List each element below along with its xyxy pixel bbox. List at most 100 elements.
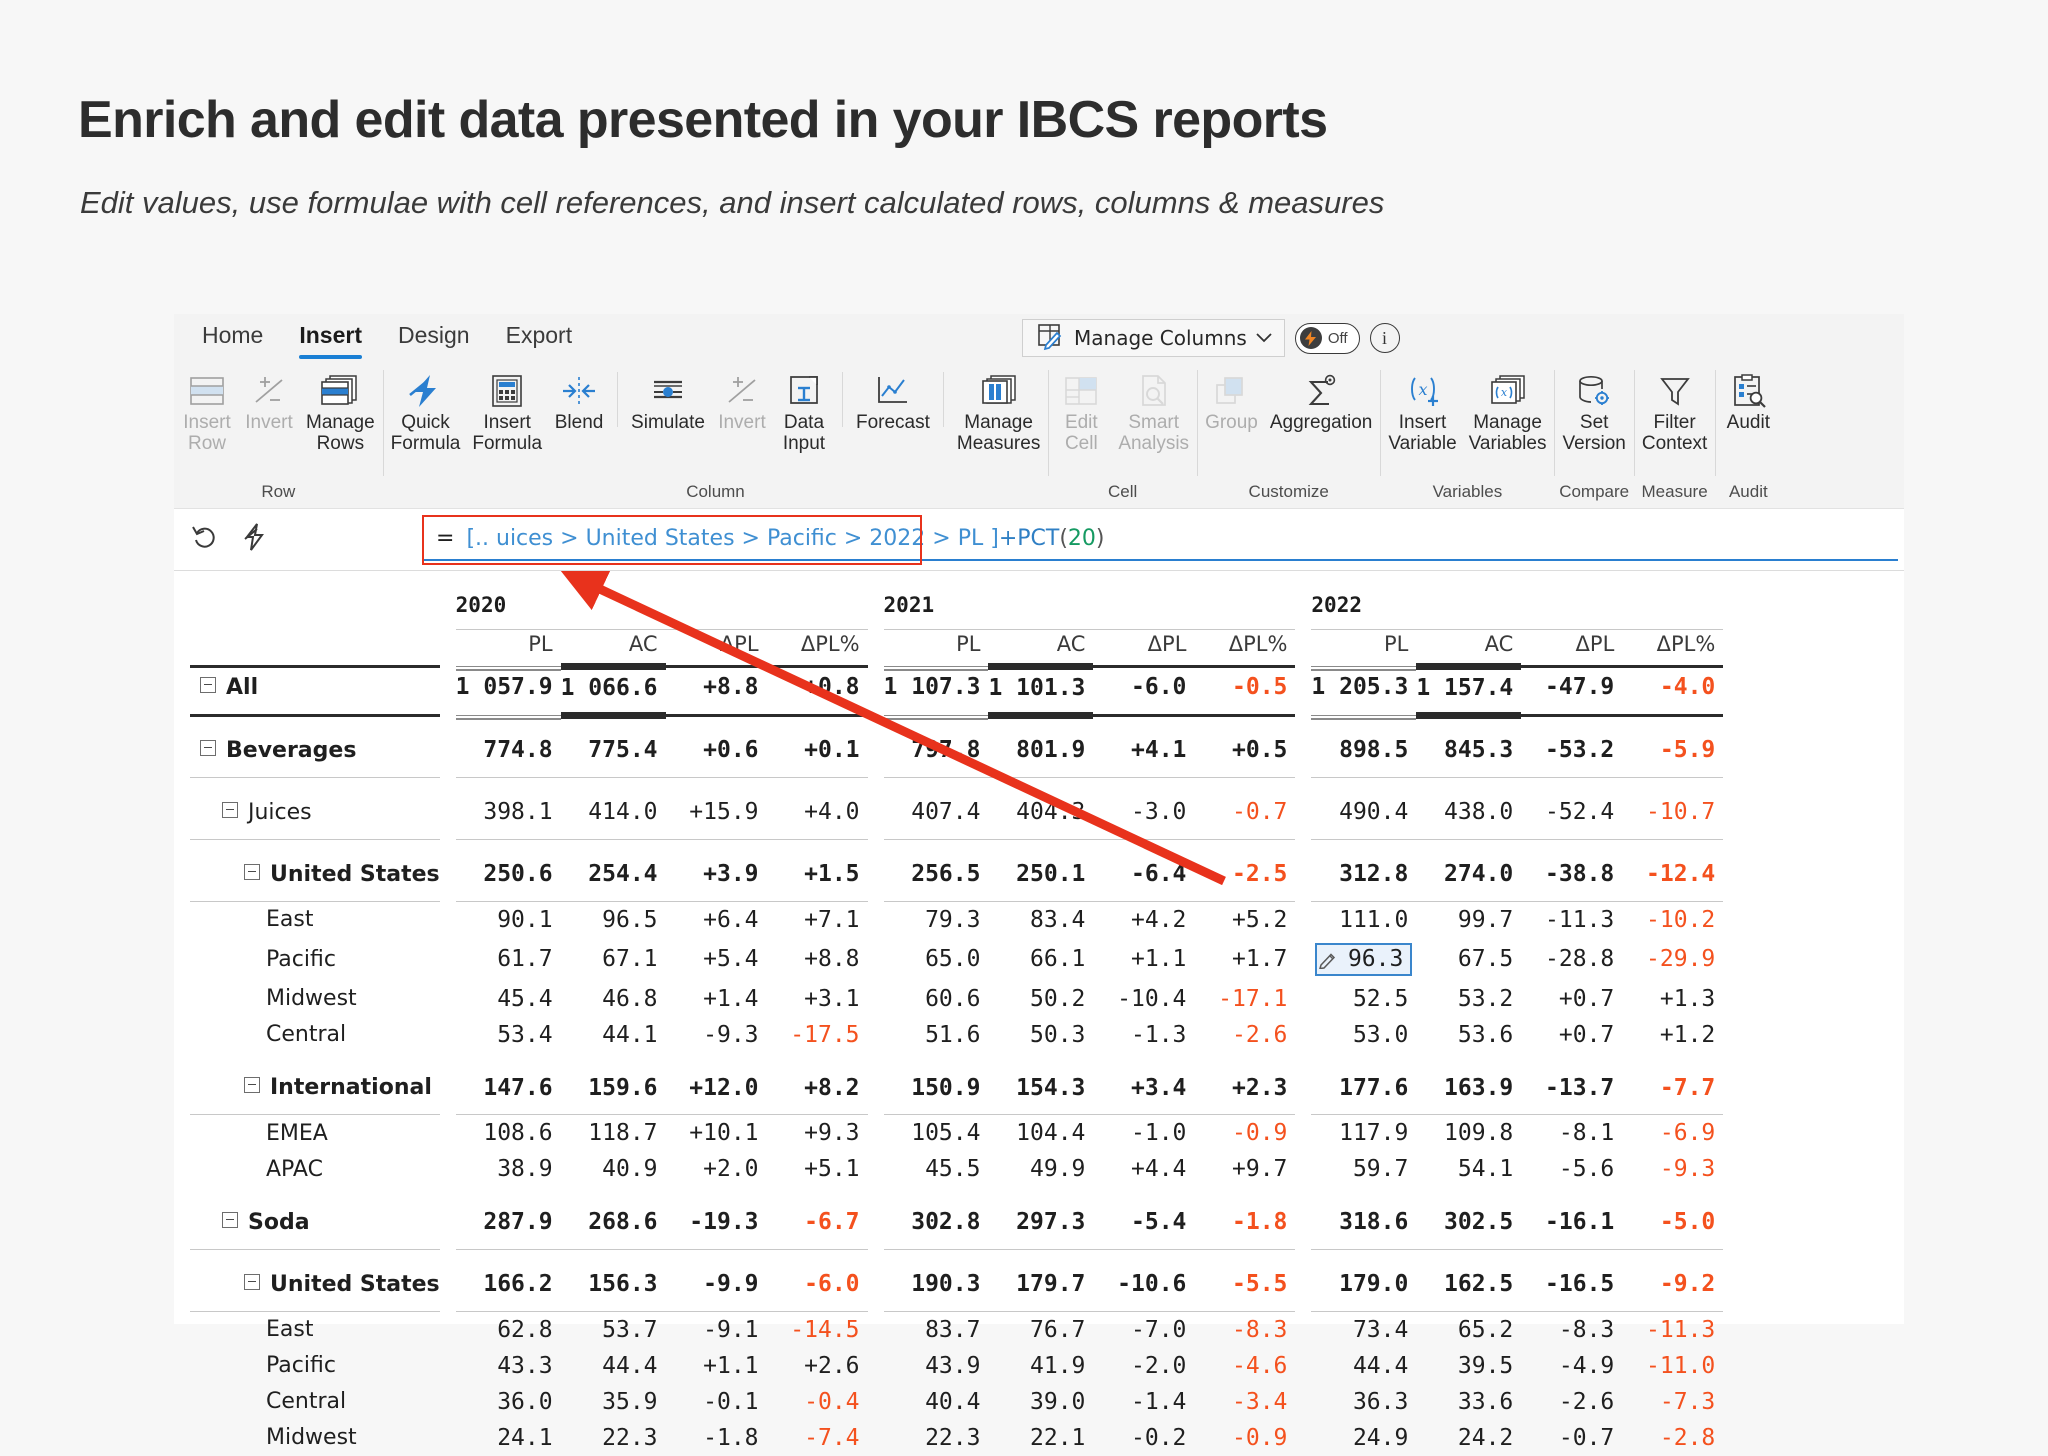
data-cell[interactable]: 898.5: [1311, 732, 1416, 768]
data-cell[interactable]: 24.1: [456, 1420, 561, 1456]
data-cell[interactable]: +5.4: [666, 938, 767, 981]
data-cell[interactable]: 801.9: [988, 732, 1093, 768]
data-cell[interactable]: +0.1: [767, 732, 868, 768]
data-cell[interactable]: +8.8: [666, 667, 767, 707]
data-cell[interactable]: +4.1: [1093, 732, 1194, 768]
data-cell[interactable]: -14.5: [767, 1311, 868, 1348]
data-cell[interactable]: 46.8: [561, 981, 666, 1017]
data-cell[interactable]: -0.7: [1521, 1420, 1622, 1456]
data-cell[interactable]: 398.1: [456, 794, 561, 830]
data-cell[interactable]: -9.3: [666, 1017, 767, 1053]
table-row[interactable]: East 90.1 96.5 +6.4 +7.1 79.3 83.4 +4.2 +5.2 111.…: [190, 901, 1723, 938]
data-cell[interactable]: 45.4: [456, 981, 561, 1017]
data-cell[interactable]: 414.0: [561, 794, 666, 830]
lightning-formula-icon[interactable]: [242, 523, 268, 556]
data-cell[interactable]: -9.1: [666, 1311, 767, 1348]
data-cell[interactable]: 147.6: [456, 1070, 561, 1106]
table-row[interactable]: Pacific 61.7 67.1 +5.4 +8.8 65.0 66.1 +1.1 +1.7 9…: [190, 938, 1723, 981]
table-row[interactable]: United States 250.6 254.4 +3.9 +1.5 256.5 250.…: [190, 856, 1723, 892]
data-cell[interactable]: 35.9: [561, 1384, 666, 1420]
data-cell[interactable]: 39.5: [1416, 1348, 1521, 1384]
data-cell[interactable]: 39.0: [988, 1384, 1093, 1420]
data-cell[interactable]: 154.3: [988, 1070, 1093, 1106]
data-cell[interactable]: 40.4: [884, 1384, 989, 1420]
data-cell[interactable]: +1.4: [666, 981, 767, 1017]
ribbon-button-insert-formula[interactable]: Insert Formula: [466, 368, 548, 457]
data-cell[interactable]: -52.4: [1521, 794, 1622, 830]
data-cell[interactable]: -7.0: [1093, 1311, 1194, 1348]
data-cell[interactable]: 65.2: [1416, 1311, 1521, 1348]
data-cell[interactable]: 22.3: [561, 1420, 666, 1456]
data-cell[interactable]: 1 066.6: [561, 667, 666, 707]
info-icon[interactable]: i: [1369, 323, 1400, 353]
data-cell[interactable]: -6.4: [1093, 856, 1194, 892]
data-cell[interactable]: +12.0: [666, 1070, 767, 1106]
data-cell[interactable]: 1 057.9: [456, 667, 561, 707]
data-cell[interactable]: -0.7: [1194, 794, 1295, 830]
ribbon-button-manage-measures[interactable]: Manage Measures: [951, 368, 1046, 457]
ribbon-tab-insert[interactable]: Insert: [281, 318, 380, 359]
data-cell[interactable]: 179.7: [988, 1266, 1093, 1302]
data-cell[interactable]: 76.7: [988, 1311, 1093, 1348]
data-cell[interactable]: -1.4: [1093, 1384, 1194, 1420]
ribbon-tab-home[interactable]: Home: [184, 318, 281, 359]
data-cell[interactable]: 61.7: [456, 938, 561, 981]
data-cell[interactable]: -0.1: [666, 1384, 767, 1420]
data-cell[interactable]: -6.0: [767, 1266, 868, 1302]
data-cell[interactable]: 45.5: [884, 1151, 989, 1187]
measure-header-pl%[interactable]: ΔPL%: [1194, 629, 1295, 658]
data-cell[interactable]: 404.3: [988, 794, 1093, 830]
data-cell[interactable]: +8.8: [767, 938, 868, 981]
collapse-toggle-icon[interactable]: [244, 1077, 260, 1093]
data-cell[interactable]: 774.8: [456, 732, 561, 768]
ribbon-tab-design[interactable]: Design: [380, 318, 488, 359]
measure-header-pl[interactable]: PL: [456, 629, 561, 658]
ribbon-button-manage-variables[interactable]: x Manage Variables: [1463, 368, 1553, 457]
table-row[interactable]: United States 166.2 156.3 -9.9 -6.0 190.3 179.…: [190, 1266, 1723, 1302]
data-cell[interactable]: 287.9: [456, 1204, 561, 1240]
data-cell[interactable]: -10.6: [1093, 1266, 1194, 1302]
data-cell[interactable]: 44.4: [1311, 1348, 1416, 1384]
data-cell[interactable]: +0.6: [666, 732, 767, 768]
data-cell[interactable]: -4.0: [1622, 667, 1723, 707]
data-cell[interactable]: -16.5: [1521, 1266, 1622, 1302]
collapse-toggle-icon[interactable]: [244, 1273, 260, 1290]
data-cell[interactable]: 90.1: [456, 901, 561, 938]
data-cell[interactable]: -2.5: [1194, 856, 1295, 892]
data-cell[interactable]: 302.8: [884, 1204, 989, 1240]
data-cell[interactable]: -11.3: [1521, 901, 1622, 938]
data-cell[interactable]: 53.0: [1311, 1017, 1416, 1053]
ribbon-button-blend[interactable]: Blend: [548, 368, 610, 435]
data-cell[interactable]: 407.4: [884, 794, 989, 830]
measure-header-pl[interactable]: ΔPL: [666, 629, 767, 658]
data-cell[interactable]: -0.9: [1194, 1115, 1295, 1152]
data-cell[interactable]: 73.4: [1311, 1311, 1416, 1348]
data-cell[interactable]: 274.0: [1416, 856, 1521, 892]
data-cell[interactable]: -1.0: [1093, 1115, 1194, 1152]
data-cell[interactable]: 166.2: [456, 1266, 561, 1302]
data-cell[interactable]: -0.9: [1194, 1420, 1295, 1456]
data-cell[interactable]: -53.2: [1521, 732, 1622, 768]
data-cell[interactable]: 83.7: [884, 1311, 989, 1348]
data-cell[interactable]: 256.5: [884, 856, 989, 892]
collapse-toggle-icon[interactable]: [200, 676, 216, 693]
data-cell[interactable]: 179.0: [1311, 1266, 1416, 1302]
data-cell[interactable]: +9.3: [767, 1115, 868, 1152]
data-cell[interactable]: 38.9: [456, 1151, 561, 1187]
data-cell[interactable]: +15.9: [666, 794, 767, 830]
data-cell[interactable]: 438.0: [1416, 794, 1521, 830]
measure-header-pl[interactable]: ΔPL: [1521, 629, 1622, 658]
table-row[interactable]: APAC 38.9 40.9 +2.0 +5.1 45.5 49.9 +4.4 +9.7 59.7…: [190, 1151, 1723, 1187]
data-cell[interactable]: 44.4: [561, 1348, 666, 1384]
data-cell[interactable]: +3.1: [767, 981, 868, 1017]
data-cell[interactable]: 118.7: [561, 1115, 666, 1152]
data-cell[interactable]: 53.7: [561, 1311, 666, 1348]
data-cell[interactable]: +1.2: [1622, 1017, 1723, 1053]
collapse-toggle-icon[interactable]: [222, 1211, 238, 1228]
data-cell[interactable]: 318.6: [1311, 1204, 1416, 1240]
data-cell[interactable]: +9.7: [1194, 1151, 1295, 1187]
data-cell[interactable]: 59.7: [1311, 1151, 1416, 1187]
data-cell[interactable]: -3.4: [1194, 1384, 1295, 1420]
data-cell[interactable]: -5.9: [1622, 732, 1723, 768]
table-row[interactable]: International 147.6 159.6 +12.0 +8.2 150.9 154…: [190, 1070, 1723, 1106]
